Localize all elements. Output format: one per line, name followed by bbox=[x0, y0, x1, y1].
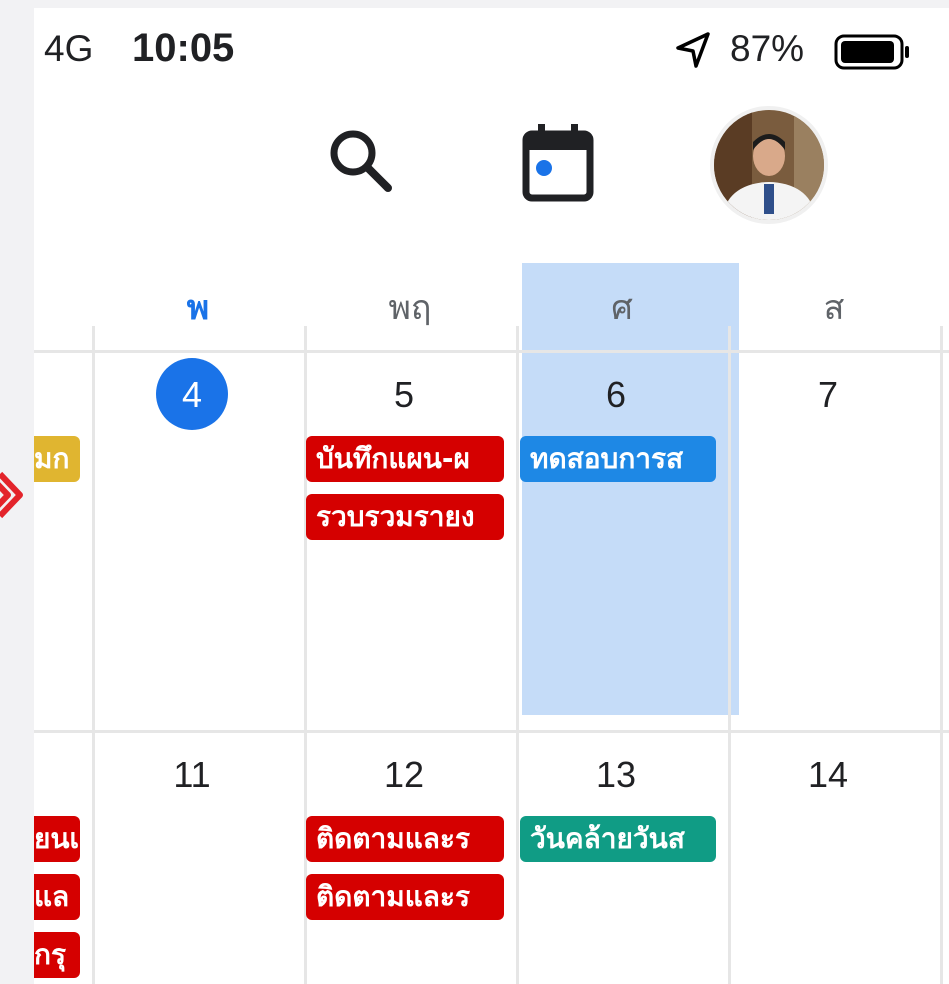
phone-screen: 4G 10:05 87% พ พฤ ศ ส 4 5 6 7 มก บันทึกแ… bbox=[34, 8, 949, 984]
week-divider bbox=[34, 730, 949, 733]
event-chip[interactable]: ทดสอบการส bbox=[520, 436, 716, 482]
event-chip[interactable]: แล bbox=[34, 874, 80, 920]
calendar-today-icon[interactable] bbox=[522, 122, 594, 202]
day-cell-date[interactable]: 14 bbox=[722, 754, 934, 796]
clock: 10:05 bbox=[132, 26, 235, 70]
avatar[interactable] bbox=[710, 106, 828, 224]
battery-icon bbox=[834, 34, 909, 70]
column-divider bbox=[728, 326, 731, 984]
event-chip[interactable]: กรุ bbox=[34, 932, 80, 978]
weekday-header-wed: พ bbox=[186, 288, 210, 328]
column-divider bbox=[516, 326, 519, 984]
day-cell-date[interactable]: 11 bbox=[86, 754, 298, 796]
day-cell-date[interactable]: 13 bbox=[510, 754, 722, 796]
day-cell-date[interactable]: 12 bbox=[298, 754, 510, 796]
calendar-app-screen: 4G 10:05 87% พ พฤ ศ ส 4 5 6 7 มก บันทึกแ… bbox=[0, 0, 949, 984]
search-icon[interactable] bbox=[326, 126, 396, 196]
day-cell-date[interactable]: 4 bbox=[86, 374, 298, 416]
weekday-header-thu: พฤ bbox=[388, 288, 432, 328]
chevron-left-arrow-icon bbox=[0, 471, 23, 519]
event-chip[interactable]: มก bbox=[34, 436, 80, 482]
day-cell-date[interactable]: 6 bbox=[510, 374, 722, 416]
event-chip[interactable]: ติดตามและร bbox=[306, 874, 504, 920]
location-arrow-icon bbox=[676, 32, 710, 68]
day-cell-date[interactable]: 5 bbox=[298, 374, 510, 416]
top-toolbar bbox=[34, 96, 949, 236]
event-chip[interactable]: ยนเ bbox=[34, 816, 80, 862]
weekday-header-sat: ส bbox=[823, 288, 845, 328]
avatar-photo bbox=[714, 110, 824, 220]
event-chip[interactable]: บันทึกแผน-ผ bbox=[306, 436, 504, 482]
network-type: 4G bbox=[44, 28, 94, 69]
day-cell-date[interactable]: 7 bbox=[722, 374, 934, 416]
status-bar: 4G 10:05 87% bbox=[34, 8, 949, 88]
week-divider bbox=[34, 350, 949, 353]
event-chip[interactable]: วันคล้ายวันส bbox=[520, 816, 716, 862]
battery-percent: 87% bbox=[730, 28, 805, 69]
event-chip[interactable]: ติดตามและร bbox=[306, 816, 504, 862]
weekday-header-fri: ศ bbox=[611, 288, 633, 328]
column-divider bbox=[92, 326, 95, 984]
event-chip[interactable]: รวบรวมรายง bbox=[306, 494, 504, 540]
column-divider bbox=[940, 326, 943, 984]
